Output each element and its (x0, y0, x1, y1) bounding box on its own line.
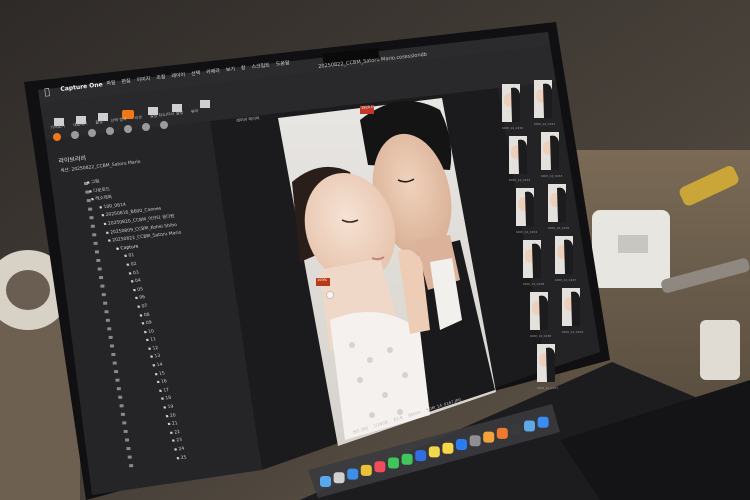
folder-icon (101, 293, 106, 297)
settings-icon[interactable] (469, 435, 481, 447)
info-icon[interactable] (415, 450, 427, 462)
thumbnail-filename: KDM_14_0152 (509, 178, 530, 182)
folder-icon (92, 233, 97, 237)
folder-icon (114, 370, 119, 374)
folder-icon (103, 301, 108, 305)
folder-icon (90, 224, 95, 228)
toolbar-label: 촬영 (95, 119, 104, 125)
folder-icon (107, 327, 112, 331)
lens-tab-icon[interactable] (88, 129, 96, 137)
thumbnail-filename: KDM_14_0158 (530, 334, 551, 338)
folder-icon (123, 429, 128, 433)
thumbnail-filename: KDM_14_0156 (523, 282, 544, 286)
folder-icon (88, 207, 93, 211)
kakaotalk-icon[interactable] (442, 442, 454, 454)
folder-icon (116, 387, 121, 391)
apple-menu-icon[interactable]:  (44, 87, 51, 98)
facetime-icon[interactable] (388, 457, 399, 469)
toolbar-label: 리셋 (134, 114, 143, 121)
thumbnail-filename: KDM_14_0155 (548, 226, 569, 230)
folder-icon (112, 361, 117, 365)
toolbar-label: 내보내기 (72, 120, 88, 128)
folder-icon (108, 335, 113, 339)
exposure-tab-icon[interactable] (124, 125, 132, 133)
preview-icon[interactable] (524, 420, 535, 432)
folder-icon (118, 395, 123, 399)
thumbnail-filename: KDM_14_0153 (541, 174, 562, 178)
toolbar-label: 가져오기 (50, 123, 66, 130)
folder-icon (127, 455, 132, 459)
folder-icon (126, 447, 131, 451)
launchpad-icon[interactable] (333, 472, 345, 484)
thumbnail-filename: KDM_14_0157 (555, 278, 576, 282)
folder-icon (96, 258, 101, 262)
mail-icon[interactable] (537, 416, 549, 428)
folder-icon (97, 267, 102, 271)
menu-item[interactable]: 파일 (106, 80, 116, 87)
toolbar-label: 선택 항목 (110, 116, 127, 124)
music-icon[interactable] (374, 461, 386, 473)
menu-item[interactable]: 보기 (226, 66, 236, 73)
folder-icon (105, 318, 110, 322)
thumbnail-filename: KDM_14_0150 (502, 126, 523, 130)
folder-icon (120, 412, 125, 416)
folder-icon (100, 284, 105, 288)
messages-icon[interactable] (401, 453, 413, 465)
thumbnail-filename: KDM_14_0154 (516, 230, 537, 234)
folder-icon (89, 216, 94, 220)
capture-one-icon[interactable] (510, 424, 522, 436)
menu-item[interactable]: 창 (241, 65, 246, 71)
focus-tag: 100% (317, 278, 328, 282)
folder-icon (115, 378, 120, 382)
library-tab-icon[interactable] (53, 133, 61, 141)
safari-icon[interactable] (347, 468, 359, 480)
menu-item[interactable]: 조정 (156, 74, 166, 81)
adjust-tab-icon[interactable] (160, 121, 168, 129)
thumbnail-filename: KDM_14_0167 (537, 386, 558, 390)
finder-icon[interactable] (320, 476, 331, 487)
color-tab-icon[interactable] (106, 127, 114, 135)
thumbnail-filename: KDM_14_0151 (534, 122, 555, 126)
folder-icon (94, 250, 99, 254)
folder-icon (125, 438, 130, 442)
toolbar-label: 뷰어 (190, 108, 199, 114)
thumbnail-filename: KDM_14_0159 (562, 330, 583, 334)
details-tab-icon[interactable] (142, 123, 150, 131)
folder-icon (122, 421, 127, 425)
folder-icon (111, 353, 116, 356)
folder-icon (119, 404, 124, 408)
folder-icon (93, 241, 98, 245)
folder-icon (109, 344, 114, 348)
capture-tab-icon[interactable] (71, 131, 79, 139)
photos-icon[interactable] (483, 431, 495, 443)
notes-icon[interactable] (428, 446, 440, 458)
appstore-icon[interactable] (456, 439, 467, 450)
firefox-icon[interactable] (496, 427, 508, 439)
folder-icon (104, 310, 109, 314)
menu-item[interactable]: 선택 (191, 70, 201, 77)
menu-item[interactable]: 편집 (121, 78, 131, 85)
folder-icon (129, 464, 134, 468)
chrome-icon[interactable] (360, 464, 372, 476)
folder-icon (99, 276, 104, 280)
